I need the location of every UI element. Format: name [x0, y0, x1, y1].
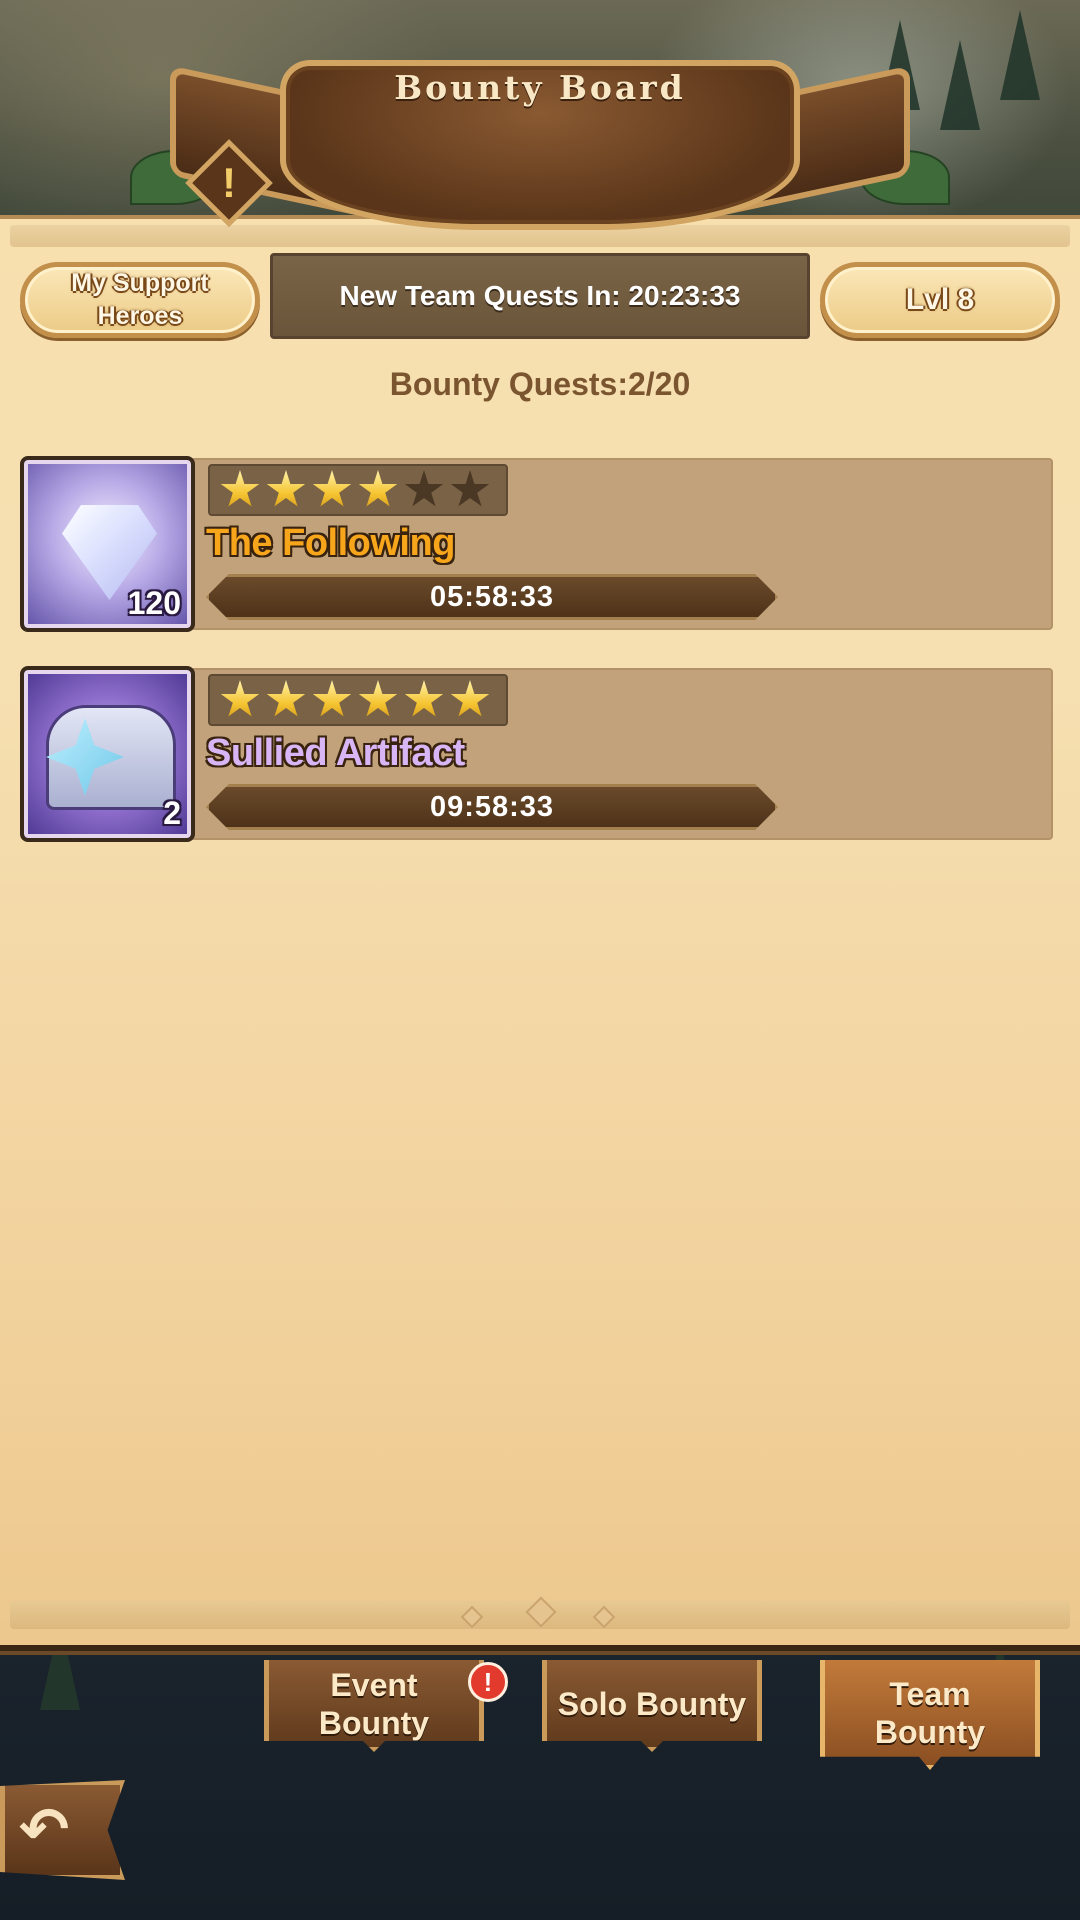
- quest-row[interactable]: 120 The Following 05:58:33: [20, 456, 1053, 632]
- reward-quantity: 120: [127, 585, 181, 621]
- tree-decoration: [940, 40, 980, 130]
- back-arrow-icon: ↶: [19, 1796, 70, 1863]
- star-icon: [404, 680, 444, 717]
- bounty-panel: [0, 215, 1080, 1645]
- star-icon: [312, 680, 352, 717]
- new-team-quests-timer: New Team Quests In: 20:23:33: [270, 253, 810, 339]
- star-icon: [266, 680, 306, 717]
- level-label: Lvl 8: [905, 283, 975, 316]
- tree-decoration: [1000, 10, 1040, 100]
- chest-icon[interactable]: 2: [20, 666, 195, 842]
- star-icon: [266, 470, 306, 507]
- star-icon: [404, 470, 444, 507]
- tab-solo-bounty-label: Solo Bounty: [557, 1685, 747, 1722]
- star-icon: [450, 470, 490, 507]
- star-rating: [208, 674, 508, 726]
- star-icon: [312, 470, 352, 507]
- support-label-line2: Heroes: [97, 302, 183, 330]
- tab-event-bounty[interactable]: Event Bounty: [264, 1660, 484, 1752]
- tab-team-bounty-label: Team Bounty: [875, 1675, 985, 1751]
- tab-event-line1: Event: [330, 1666, 418, 1703]
- tab-team-line1: Team: [889, 1675, 971, 1712]
- my-support-heroes-button[interactable]: My Support Heroes: [20, 262, 260, 338]
- tab-event-line2: Bounty: [318, 1704, 430, 1741]
- my-support-heroes-label: My Support Heroes: [71, 267, 209, 333]
- quest-row[interactable]: 2 Sullied Artifact 09:58:33: [20, 666, 1053, 842]
- star-icon: [358, 470, 398, 507]
- bounty-quests-count: Bounty Quests:2/20: [389, 366, 691, 402]
- level-button[interactable]: Lvl 8: [820, 262, 1060, 338]
- back-button[interactable]: ↶: [0, 1780, 125, 1880]
- support-label-line1: My Support: [71, 269, 209, 297]
- tab-solo-bounty[interactable]: Solo Bounty: [542, 1660, 762, 1752]
- alert-icon: !: [468, 1662, 508, 1702]
- quest-name: Sullied Artifact: [206, 732, 465, 774]
- star-icon: [220, 470, 260, 507]
- diamond-icon[interactable]: 120: [20, 456, 195, 632]
- quest-timer: 09:58:33: [206, 784, 778, 830]
- page-title: Bounty Board: [394, 68, 686, 107]
- tab-team-line2: Bounty: [874, 1713, 986, 1750]
- star-icon: [450, 680, 490, 717]
- star-icon: [358, 680, 398, 717]
- reward-quantity: 2: [163, 795, 181, 831]
- star-icon: [220, 680, 260, 717]
- quest-timer: 05:58:33: [206, 574, 778, 620]
- star-rating: [208, 464, 508, 516]
- tab-event-bounty-label: Event Bounty: [319, 1666, 429, 1742]
- quest-name: The Following: [206, 522, 455, 564]
- tab-team-bounty[interactable]: Team Bounty: [820, 1660, 1040, 1770]
- exclamation-icon[interactable]: !: [198, 150, 260, 216]
